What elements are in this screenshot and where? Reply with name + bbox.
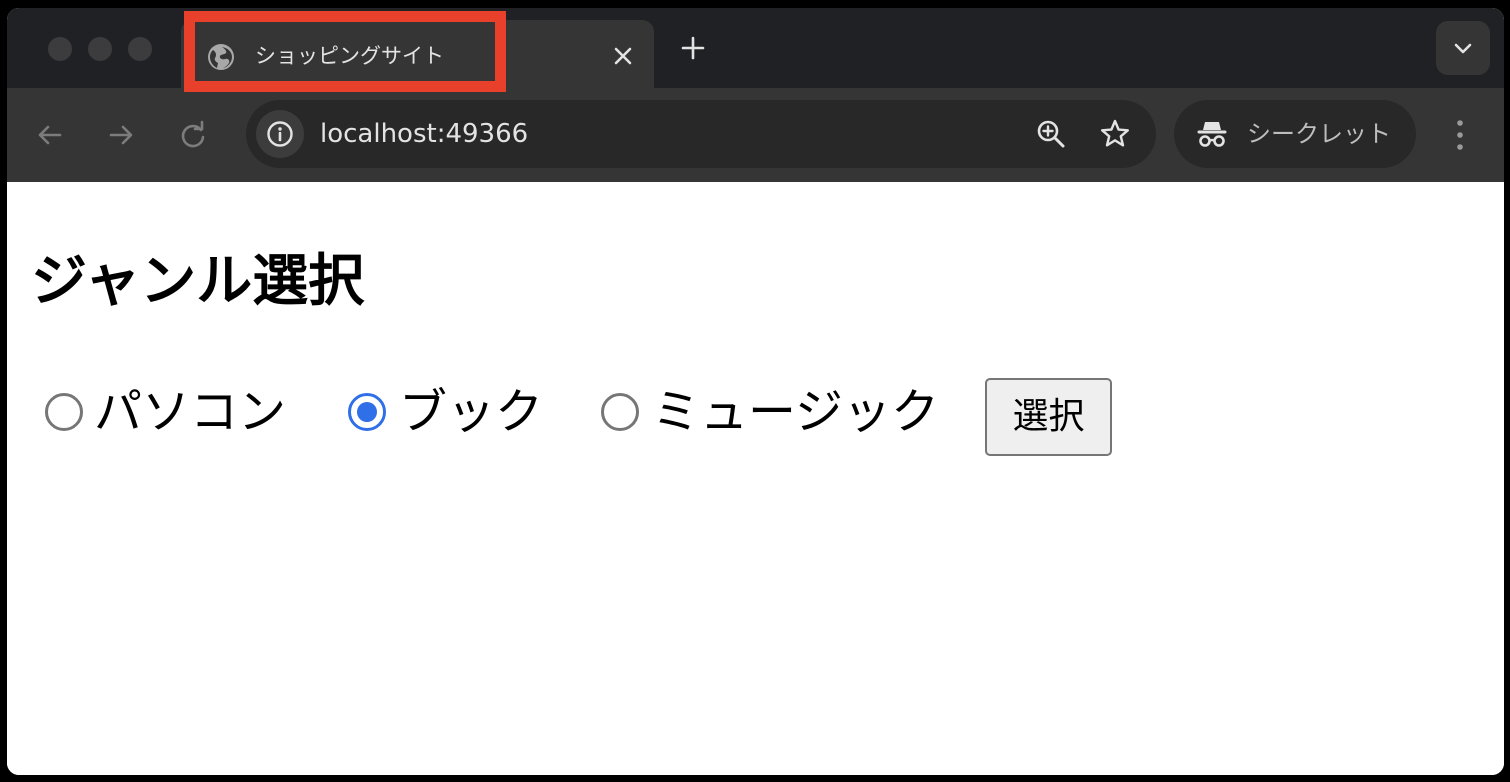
page-title: ジャンル選択: [31, 249, 365, 314]
incognito-icon: [1197, 122, 1227, 147]
page-content: ジャンル選択 パソコン ブック ミュージック 選択: [7, 182, 1504, 775]
genre-label-book[interactable]: ブック: [399, 385, 543, 439]
globe-icon: [208, 44, 234, 70]
genre-label-music[interactable]: ミュージック: [652, 385, 939, 439]
chevron-down-icon: [1454, 43, 1472, 54]
address-bar[interactable]: localhost:49366: [246, 100, 1156, 168]
genre-radio-music[interactable]: [601, 393, 639, 431]
tab-search-button[interactable]: [1436, 21, 1490, 75]
browser-window: ショッピングサイト localhost:49366 シークレット ジャンル選択 …: [7, 8, 1504, 775]
tab-title: ショッピングサイト: [255, 44, 444, 68]
select-button[interactable]: 選択: [985, 378, 1112, 456]
close-icon[interactable]: [605, 38, 641, 74]
site-info-button[interactable]: [256, 110, 304, 158]
back-arrow-icon[interactable]: [33, 118, 67, 152]
genre-radio-pc[interactable]: [45, 393, 83, 431]
window-minimize-dot[interactable]: [88, 37, 112, 61]
window-close-dot[interactable]: [48, 37, 72, 61]
window-zoom-dot[interactable]: [128, 37, 152, 61]
zoom-in-icon[interactable]: [1034, 117, 1068, 151]
forward-arrow-icon[interactable]: [104, 118, 138, 152]
info-icon: [267, 121, 293, 147]
incognito-label: シークレット: [1247, 120, 1391, 148]
active-tab[interactable]: ショッピングサイト: [181, 20, 654, 88]
genre-radio-book[interactable]: [348, 393, 386, 431]
url-text[interactable]: localhost:49366: [320, 117, 528, 151]
tab-strip: ショッピングサイト: [7, 8, 1504, 88]
bookmark-star-icon[interactable]: [1098, 117, 1132, 151]
incognito-profile-button[interactable]: シークレット: [1174, 100, 1416, 168]
more-menu-icon[interactable]: [1443, 115, 1477, 155]
genre-label-pc[interactable]: パソコン: [94, 385, 286, 439]
browser-toolbar: localhost:49366 シークレット: [7, 88, 1504, 182]
new-tab-plus-icon[interactable]: [675, 30, 711, 66]
reload-icon[interactable]: [176, 118, 210, 152]
